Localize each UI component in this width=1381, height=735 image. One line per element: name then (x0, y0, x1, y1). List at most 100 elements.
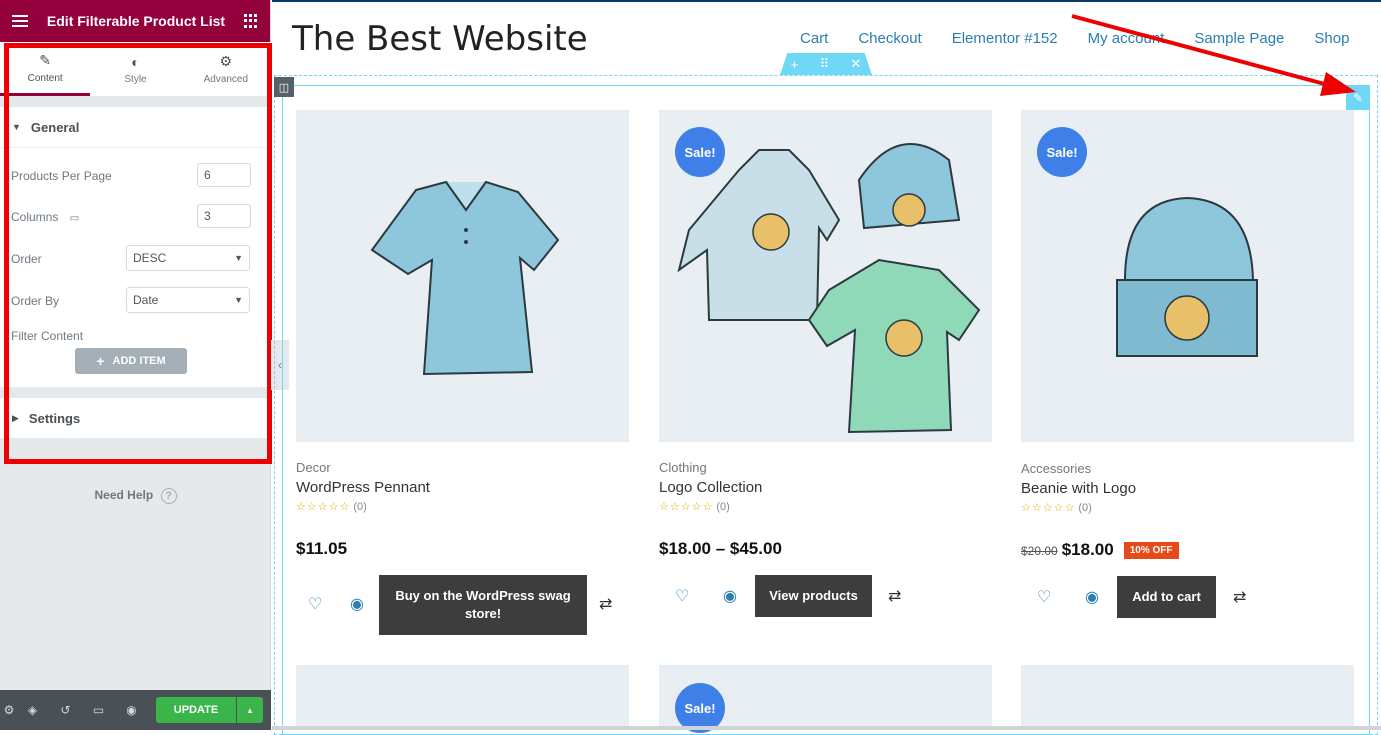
buy-on-wordpress-button[interactable]: Buy on the WordPress swag store! (379, 575, 587, 635)
order-value: DESC (133, 251, 167, 265)
heart-icon[interactable]: ♡ (675, 586, 689, 606)
product-name[interactable]: Beanie with Logo (1021, 480, 1136, 497)
products-per-page-input[interactable]: 6 (197, 163, 251, 187)
panel-title: Edit Filterable Product List (46, 13, 226, 29)
elementor-panel: Edit Filterable Product List ✎ Content ◐… (0, 0, 272, 730)
section-title: General (30, 119, 80, 135)
section-settings-toggle[interactable]: ▶ Settings (0, 398, 271, 438)
nav-elementor-152[interactable]: Elementor #152 (952, 30, 1058, 47)
update-button[interactable]: UPDATE (156, 697, 236, 723)
pencil-icon: ✎ (39, 51, 52, 68)
tab-advanced[interactable]: ⚙ Advanced (181, 42, 271, 96)
order-by-select[interactable]: Date ▼ (126, 287, 250, 313)
history-icon[interactable]: ↺ (49, 703, 82, 717)
plus-icon: + (96, 353, 105, 369)
nav-sample-page[interactable]: Sample Page (1194, 30, 1284, 47)
product-image-row2-3[interactable] (1021, 665, 1354, 726)
compare-arrows-icon[interactable]: ⇄ (599, 594, 612, 614)
product-category[interactable]: Decor (296, 460, 331, 475)
discount-badge: 10% OFF (1123, 542, 1179, 560)
site-top-border (272, 0, 1381, 2)
site-title[interactable]: The Best Website (292, 19, 588, 59)
panel-footer: ⚙ ◈ ↺ ▭ ◉ UPDATE ▲ (0, 690, 271, 730)
eye-icon[interactable]: ◉ (1085, 587, 1099, 607)
filter-content-label: Filter Content (11, 329, 84, 343)
sale-badge: Sale! (1037, 127, 1087, 177)
navigator-layers-icon[interactable]: ◈ (16, 703, 49, 717)
nav-cart[interactable]: Cart (800, 30, 828, 47)
sale-badge: Sale! (675, 127, 725, 177)
need-help-link[interactable]: Need Help ? (0, 488, 271, 504)
tshirt-illustration (370, 180, 560, 376)
tab-label: Advanced (203, 74, 249, 85)
nav-shop[interactable]: Shop (1314, 30, 1349, 47)
tab-label: Content (27, 72, 63, 84)
order-by-label: Order By (11, 294, 60, 308)
rating-stars: ☆☆☆☆☆ (0) (1021, 502, 1092, 514)
rating-stars: ☆☆☆☆☆ (0) (296, 501, 367, 513)
add-item-button[interactable]: + ADD ITEM (75, 348, 187, 374)
site-nav: Cart Checkout Elementor #152 My account … (800, 30, 1379, 47)
preview-eye-icon[interactable]: ◉ (115, 703, 148, 717)
tab-label: Style (124, 73, 147, 85)
view-products-button[interactable]: View products (755, 575, 872, 617)
compare-arrows-icon[interactable]: ⇄ (888, 586, 901, 606)
drag-handle-icon[interactable]: ⠿ (820, 56, 830, 72)
responsive-mode-icon[interactable]: ▭ (82, 703, 115, 717)
tab-content[interactable]: ✎ Content (0, 42, 91, 96)
product-image-row2-1[interactable] (296, 665, 629, 726)
product-price: $20.00 $18.00 10% OFF (1021, 540, 1179, 560)
general-section-body: Products Per Page 6 Columns ▭ 3 Order DE… (0, 147, 271, 387)
nav-my-account[interactable]: My account (1088, 30, 1165, 47)
product-price: $18.00 – $45.00 (659, 539, 782, 558)
product-name[interactable]: WordPress Pennant (296, 479, 430, 496)
heart-icon[interactable]: ♡ (1037, 587, 1051, 607)
section-general-toggle[interactable]: ▼ General (0, 107, 271, 147)
bottom-scroll-strip (272, 726, 1381, 730)
gear-icon: ⚙ (219, 53, 233, 69)
section-title: Settings (28, 410, 81, 426)
eye-icon[interactable]: ◉ (723, 586, 737, 606)
eye-icon[interactable]: ◉ (350, 594, 364, 614)
column-handle-icon[interactable]: ◫ (274, 77, 294, 97)
order-by-value: Date (133, 293, 159, 307)
products-per-page-label: Products Per Page (11, 169, 112, 183)
order-select[interactable]: DESC ▼ (126, 245, 250, 271)
panel-header: Edit Filterable Product List (0, 0, 270, 42)
order-label: Order (11, 252, 42, 266)
desktop-icon[interactable]: ▭ (70, 213, 79, 224)
section-handle[interactable]: + ⠿ ✕ (780, 53, 872, 75)
rating-count: (0) (1078, 502, 1092, 514)
rating-stars: ☆☆☆☆☆ (0) (659, 501, 730, 513)
hamburger-menu-icon[interactable] (12, 15, 28, 27)
columns-input[interactable]: 3 (197, 204, 251, 228)
rating-count: (0) (353, 501, 367, 513)
widgets-grid-icon[interactable] (243, 14, 258, 28)
product-name[interactable]: Logo Collection (659, 479, 762, 496)
heart-icon[interactable]: ♡ (308, 594, 322, 614)
product-category[interactable]: Clothing (659, 460, 707, 475)
delete-section-icon[interactable]: ✕ (850, 56, 861, 72)
product-image-pennant[interactable] (296, 110, 629, 442)
add-to-cart-button[interactable]: Add to cart (1117, 576, 1216, 618)
product-category[interactable]: Accessories (1021, 461, 1091, 476)
panel-tabs: ✎ Content ◐ Style ⚙ Advanced (0, 42, 271, 96)
nav-checkout[interactable]: Checkout (858, 30, 921, 47)
caret-down-icon: ▼ (12, 122, 21, 132)
edit-widget-pencil-icon[interactable]: ✎ (1346, 86, 1370, 110)
chevron-down-icon: ▼ (234, 295, 243, 305)
tab-style[interactable]: ◐ Style (90, 42, 180, 96)
rating-count: (0) (716, 501, 730, 513)
question-mark-icon: ? (160, 488, 177, 504)
columns-label-text: Columns (11, 210, 59, 224)
product-price: $11.05 (296, 539, 348, 558)
chevron-down-icon: ▼ (234, 253, 243, 263)
need-help-text: Need Help (94, 488, 154, 502)
update-options-caret-icon[interactable]: ▲ (237, 697, 263, 723)
add-section-icon[interactable]: + (791, 57, 799, 72)
compare-arrows-icon[interactable]: ⇄ (1233, 587, 1246, 607)
columns-label: Columns ▭ (11, 210, 79, 224)
caret-right-icon: ▶ (12, 412, 19, 423)
settings-gear-icon[interactable]: ⚙ (2, 703, 16, 717)
sale-price: $18.00 (1061, 540, 1114, 559)
